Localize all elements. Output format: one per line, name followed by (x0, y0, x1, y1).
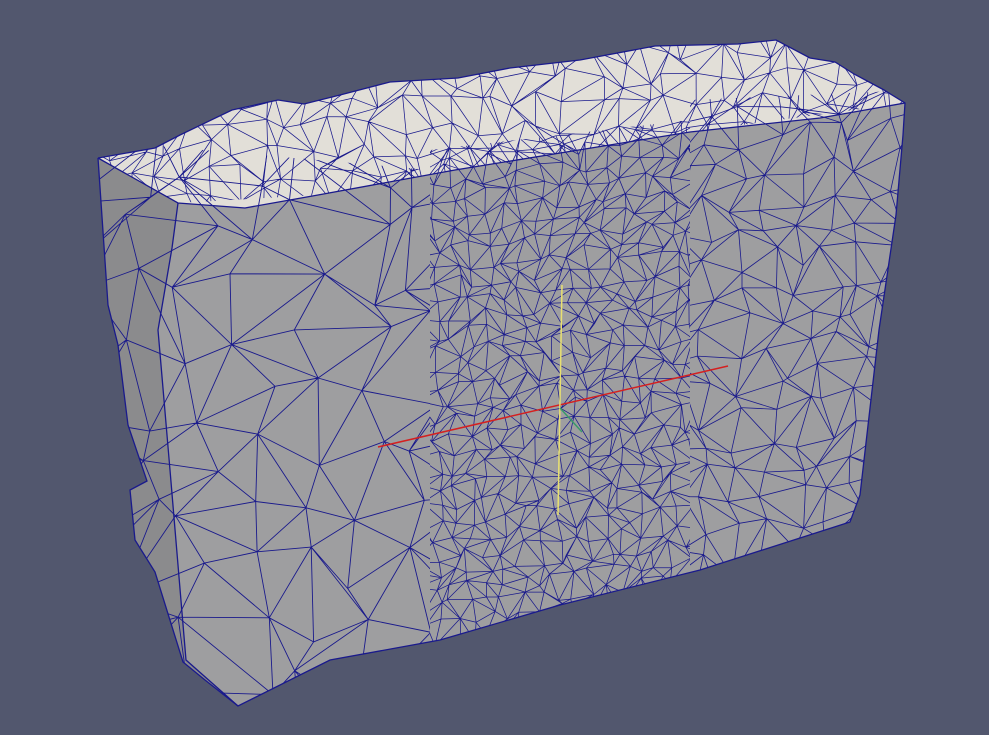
render-viewport[interactable] (0, 0, 989, 735)
scene-canvas[interactable] (0, 0, 989, 735)
